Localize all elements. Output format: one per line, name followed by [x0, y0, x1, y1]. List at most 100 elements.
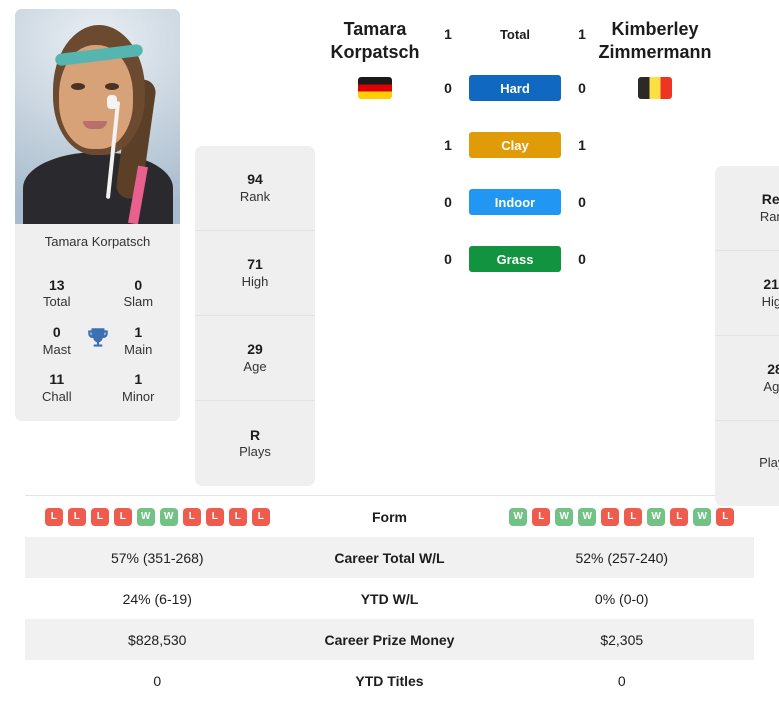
titles-chall-left: 11 Chall [33, 370, 81, 405]
row-label-career-total-wl: Career Total W/L [334, 549, 445, 566]
form-badge-loss[interactable]: L [44, 507, 63, 526]
surface-label-grass[interactable]: Grass [469, 246, 561, 272]
form-badge-loss[interactable]: L [670, 507, 689, 526]
row-label-ytd-wl: YTD W/L [360, 590, 419, 607]
form-badge-loss[interactable]: L [532, 507, 551, 526]
surface-score-left: 1 [444, 137, 452, 153]
titles-minor-label: Minor [121, 388, 155, 404]
stat-label: High [241, 273, 269, 289]
form-badge-win[interactable]: W [647, 507, 666, 526]
player-last-name-left: Korpatsch [330, 41, 420, 62]
row-label-career-prize-money: Career Prize Money [324, 631, 455, 648]
row-label-ytd-titles: YTD Titles [355, 672, 424, 689]
table-row-ytd-titles: 0 YTD Titles 0 [25, 660, 754, 701]
surface-breakdown: 1 Total 1 0 Hard 0 1 Clay 1 0 Indoor 0 0 [435, 18, 595, 300]
table-row-career-total-wl: 57% (351-268) Career Total W/L 52% (257-… [25, 537, 754, 578]
surface-row-grass: 0 Grass 0 [437, 243, 593, 275]
career-total-wl-left: 57% (351-268) [110, 549, 204, 566]
form-badge-win[interactable]: W [555, 507, 574, 526]
form-badge-loss[interactable]: L [205, 507, 224, 526]
form-badge-win[interactable]: W [693, 507, 712, 526]
stat-cell-age-left: 29 Age [195, 316, 315, 401]
stat-cell-high-right: 215 High [715, 251, 779, 336]
stat-label: Age [763, 378, 779, 394]
form-badge-loss[interactable]: L [716, 507, 735, 526]
form-badge-win[interactable]: W [509, 507, 528, 526]
titles-chall-value: 11 [49, 371, 65, 388]
surface-score-left: 1 [444, 26, 452, 42]
center-column: Tamara Korpatsch 1 Total 1 0 Hard 0 1 Cl… [315, 0, 715, 300]
ytd-titles-right: 0 [617, 672, 626, 689]
stat-value: R [249, 426, 261, 443]
form-badge-loss[interactable]: L [601, 507, 620, 526]
flag-icon-belgium [638, 77, 672, 99]
form-badge-loss[interactable]: L [67, 507, 86, 526]
form-badge-win[interactable]: W [159, 507, 178, 526]
stat-cell-high-left: 71 High [195, 231, 315, 316]
surface-score-left: 0 [444, 194, 452, 210]
row-label-form: Form [372, 508, 407, 525]
titles-slam-label: Slam [123, 294, 154, 310]
titles-mast-left: 0 Mast [33, 323, 81, 358]
ytd-wl-right: 0% (0-0) [594, 590, 649, 607]
surface-score-right: 0 [578, 194, 586, 210]
stat-column-right: Ret. Rank 215 High 28 Age Plays [715, 166, 779, 506]
form-badges-right: WLWWLLWLWL [490, 507, 755, 526]
titles-minor-value: 1 [134, 371, 143, 388]
stat-label: High [761, 293, 779, 309]
stat-cell-age-right: 28 Age [715, 336, 779, 421]
titles-main-left: 1 Main [114, 323, 162, 358]
form-badge-loss[interactable]: L [624, 507, 643, 526]
titles-chall-label: Chall [41, 388, 72, 404]
stat-label: Plays [239, 444, 271, 460]
flag-icon-germany [358, 77, 392, 99]
form-badge-loss[interactable]: L [251, 507, 270, 526]
player-photo-left [15, 9, 180, 224]
stat-cell-rank-left: 94 Rank [195, 146, 315, 231]
table-row-form: LLLLWWLLLL Form WLWWLLWLWL [25, 496, 754, 537]
stat-value: 71 [247, 256, 263, 273]
titles-total-label: Total [43, 294, 71, 310]
surface-row-clay: 1 Clay 1 [437, 129, 593, 161]
stat-label: Rank [759, 208, 779, 224]
surface-label-hard[interactable]: Hard [469, 75, 561, 101]
form-badge-loss[interactable]: L [228, 507, 247, 526]
surface-score-left: 0 [444, 80, 452, 96]
stat-label: Rank [239, 188, 271, 204]
player-heading-left[interactable]: Tamara Korpatsch [315, 18, 435, 99]
surface-row-total: 1 Total 1 [437, 18, 593, 50]
career-prize-money-right: $2,305 [600, 631, 644, 648]
surface-score-right: 1 [578, 137, 586, 153]
surface-label-indoor[interactable]: Indoor [469, 189, 561, 215]
player-last-name-right: Zimmermann [598, 41, 712, 62]
surface-row-indoor: 0 Indoor 0 [437, 186, 593, 218]
form-badge-win[interactable]: W [578, 507, 597, 526]
form-badge-win[interactable]: W [136, 507, 155, 526]
stat-value: 28 [767, 361, 779, 378]
table-row-career-prize-money: $828,530 Career Prize Money $2,305 [25, 619, 754, 660]
trophy-spacer [81, 276, 115, 278]
titles-grid-left: 13 Total 0 Slam 0 Mast 1 Main 11 Chall 1… [15, 262, 180, 422]
player-heading-right[interactable]: Kimberley Zimmermann [595, 18, 715, 99]
stat-value: 29 [247, 341, 263, 358]
form-badge-loss[interactable]: L [90, 507, 109, 526]
surface-label-total: Total [499, 26, 531, 42]
titles-main-label: Main [124, 341, 153, 357]
head-to-head-top: Tamara Korpatsch 13 Total 0 Slam 0 Mast [0, 0, 779, 506]
surface-label-clay[interactable]: Clay [469, 132, 561, 158]
form-badges-left: LLLLWWLLLL [25, 507, 290, 526]
titles-total-left: 13 Total [33, 276, 81, 311]
player-card-left[interactable]: Tamara Korpatsch 13 Total 0 Slam 0 Mast [15, 9, 180, 422]
titles-mast-label: Mast [42, 341, 71, 357]
titles-slam-value: 0 [134, 277, 143, 294]
titles-slam-left: 0 Slam [114, 276, 162, 311]
form-badge-loss[interactable]: L [113, 507, 132, 526]
surface-score-left: 0 [444, 251, 452, 267]
surface-score-right: 0 [578, 80, 586, 96]
form-badge-loss[interactable]: L [182, 507, 201, 526]
trophy-icon [81, 323, 115, 351]
surface-score-right: 1 [578, 26, 586, 42]
stat-cell-rank-right: Ret. Rank [715, 166, 779, 251]
titles-main-value: 1 [134, 324, 143, 341]
titles-row-total-slam: 13 Total 0 Slam [19, 276, 176, 311]
